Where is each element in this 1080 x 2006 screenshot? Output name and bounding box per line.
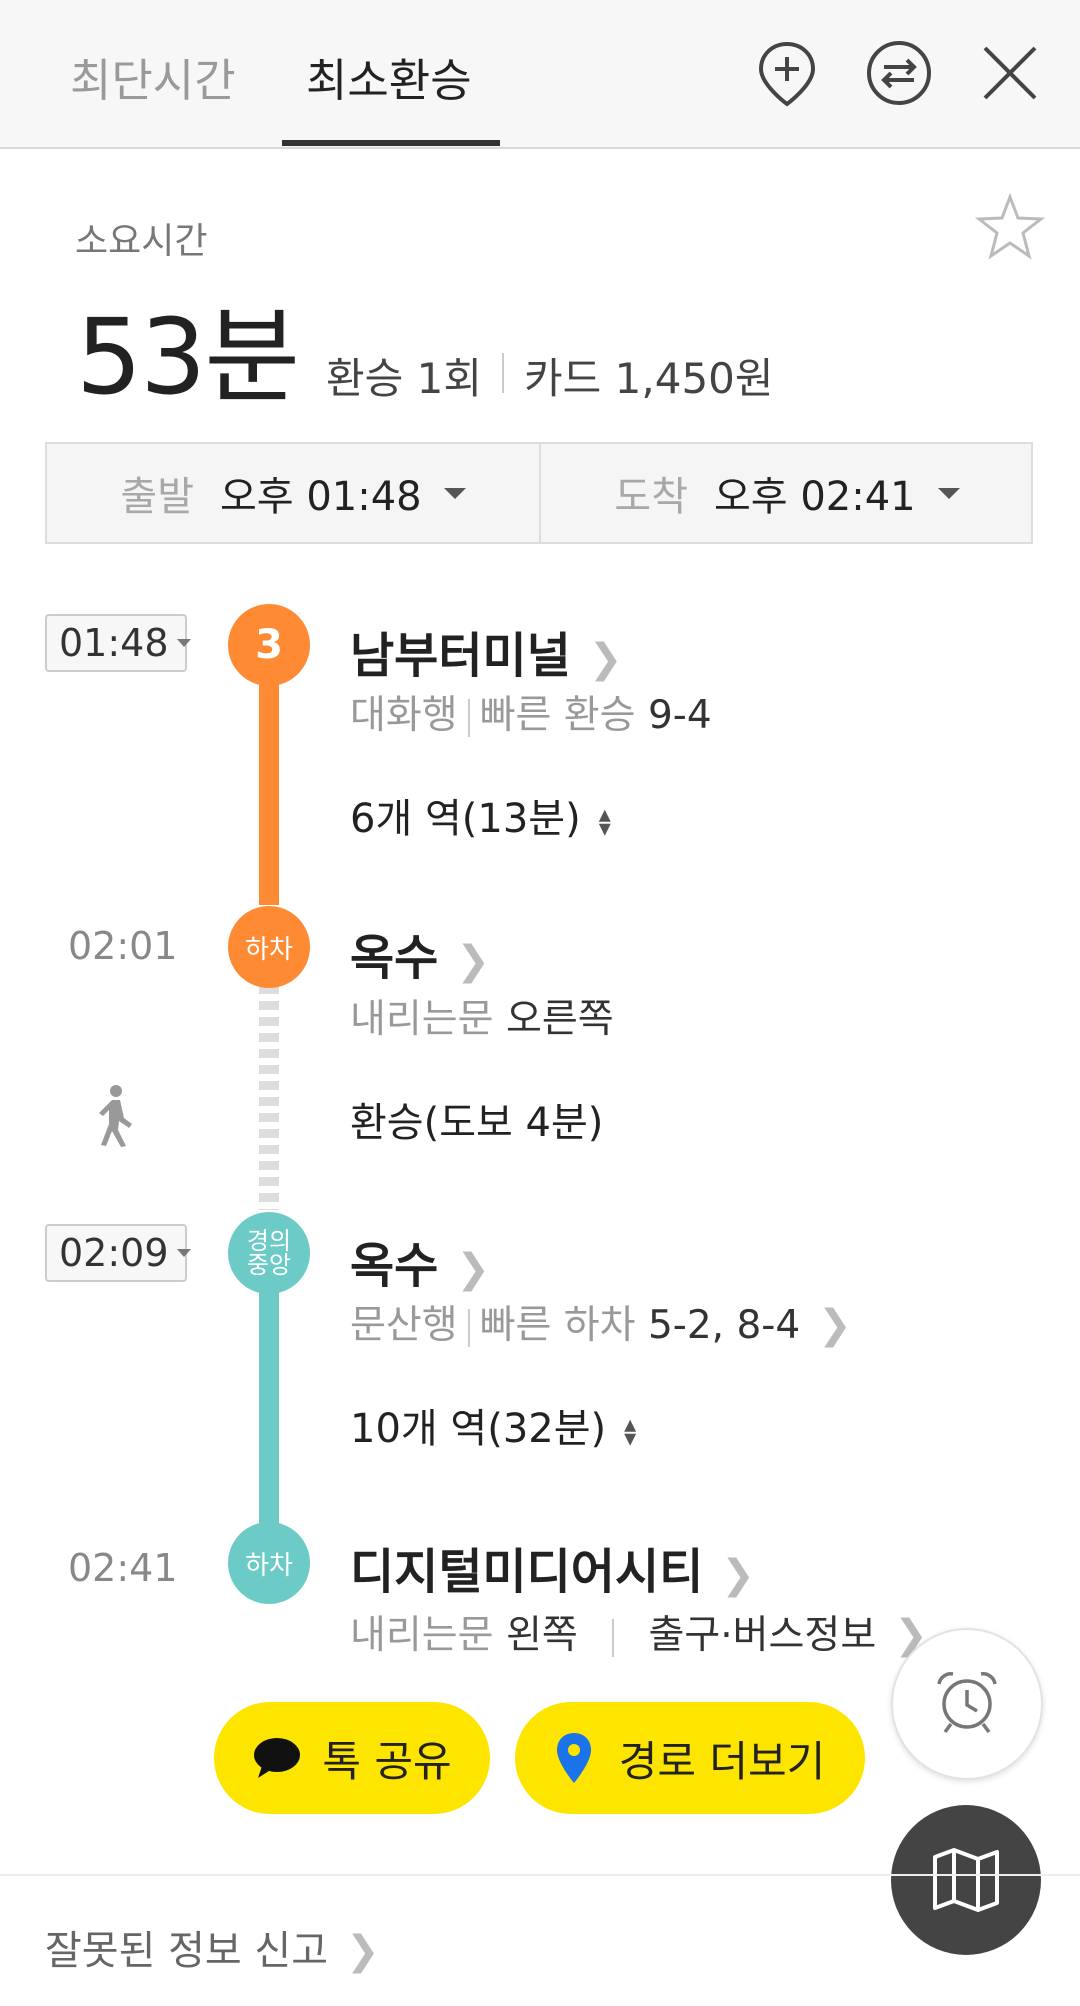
expand-icon: ▴ ▾ (598, 800, 611, 842)
station-name: 옥수 (350, 930, 439, 986)
dropdown-caret-icon (443, 487, 466, 499)
departure-label: 출발 (120, 474, 194, 520)
door-label: 내리는문 (350, 997, 494, 1042)
alight-badge: 하차 (228, 1522, 310, 1604)
walking-icon (99, 1085, 132, 1147)
arrival-label: 도착 (614, 474, 688, 520)
door-label: 내리는문 (350, 1613, 494, 1658)
tip-value: 5-2, 8-4 (647, 1303, 801, 1348)
door-info: 내리는문 오른쪽 (350, 988, 614, 1044)
star-icon[interactable] (975, 192, 1045, 262)
time-text: 02:41 (68, 1546, 178, 1590)
chevron-right-icon: ❯ (588, 636, 623, 682)
swap-icon[interactable] (864, 38, 934, 108)
divider (0, 1874, 1080, 1876)
expand-icon: ▴ ▾ (624, 1410, 637, 1452)
direction: 대화행 (350, 693, 458, 738)
report-error-link[interactable]: 잘못된 정보 신고 ❯ (45, 1918, 380, 1976)
duration-label: 소요시간 (75, 221, 208, 262)
report-label: 잘못된 정보 신고 (45, 1928, 329, 1974)
divider (502, 353, 505, 393)
station-count-toggle[interactable]: 6개 역(13분) ▴ ▾ (350, 786, 611, 844)
location-pin-icon (556, 1733, 591, 1783)
station-oksu[interactable]: 옥수 ❯ (350, 918, 490, 988)
gyeongui-line-badge: 경의 중앙 (228, 1212, 310, 1294)
door-side: 왼쪽 (505, 1613, 578, 1658)
tip-value: 9-4 (647, 693, 712, 738)
active-tab-indicator (282, 140, 500, 146)
close-icon[interactable] (975, 38, 1045, 108)
chevron-right-icon: ❯ (346, 1928, 380, 1974)
tip-label: 빠른 하차 (479, 1303, 636, 1348)
route-detail[interactable]: 문산행 빠른 하차 5-2, 8-4 ❯ (350, 1294, 852, 1350)
tip-label: 빠른 환승 (479, 693, 636, 738)
chevron-right-icon: ❯ (456, 938, 490, 984)
share-button[interactable]: 톡 공유 (214, 1702, 490, 1814)
line3-badge: 3 (228, 604, 310, 686)
walking-segment (259, 985, 279, 1210)
door-info: 내리는문 왼쪽 출구·버스정보 ❯ (350, 1604, 928, 1660)
departure-time-selector[interactable]: 출발 오후 01:48 (47, 444, 539, 542)
alarm-button[interactable] (891, 1628, 1043, 1780)
station-count: 10개 역(32분) (350, 1406, 607, 1452)
chevron-down-icon (176, 639, 191, 647)
dropdown-caret-icon (937, 487, 960, 499)
map-view-button[interactable] (891, 1805, 1041, 1955)
chevron-right-icon: ❯ (721, 1552, 755, 1598)
tab-fastest[interactable]: 최단시간 (70, 44, 236, 109)
time-text: 02:09 (59, 1231, 169, 1275)
schedule-selector: 출발 오후 01:48 도착 오후 02:41 (45, 442, 1033, 544)
gyeongui-segment (259, 1260, 279, 1525)
time-text: 02:01 (68, 924, 178, 968)
direction: 문산행 (350, 1303, 458, 1348)
station-count-toggle[interactable]: 10개 역(32분) ▴ ▾ (350, 1396, 636, 1454)
departure-time-chip[interactable]: 01:48 (45, 614, 191, 672)
route-detail: 대화행 빠른 환승 9-4 (350, 684, 712, 740)
door-side: 오른쪽 (505, 997, 614, 1042)
add-location-icon[interactable] (752, 38, 822, 108)
chevron-down-icon (176, 1249, 191, 1257)
chat-bubble-icon (254, 1738, 301, 1778)
fare: 카드 1,450원 (524, 354, 774, 403)
departure-time: 오후 01:48 (220, 474, 422, 520)
duration-value: 53분 (76, 296, 300, 418)
station-name: 남부터미널 (350, 628, 571, 684)
alarm-clock-icon (937, 1672, 997, 1734)
badge-text: 경의 (246, 1227, 292, 1255)
more-routes-button[interactable]: 경로 더보기 (515, 1702, 865, 1814)
tab-least-transfer[interactable]: 최소환승 (306, 44, 472, 109)
top-bar: 최단시간 최소환승 (0, 0, 1080, 149)
badge-text: 중앙 (246, 1251, 292, 1279)
share-label: 톡 공유 (322, 1736, 452, 1786)
chevron-right-icon: ❯ (456, 1246, 490, 1292)
chevron-right-icon: ❯ (818, 1302, 852, 1348)
transfer-count: 환승 1회 (326, 354, 483, 403)
transfer-time-chip[interactable]: 02:09 (45, 1224, 191, 1282)
station-name: 옥수 (350, 1238, 439, 1294)
arrival-time: 오후 02:41 (714, 474, 916, 520)
time-text: 01:48 (59, 621, 169, 665)
station-nambu-terminal[interactable]: 남부터미널 ❯ (350, 616, 622, 686)
exit-info-text: 출구·버스정보 (648, 1613, 877, 1658)
more-routes-label: 경로 더보기 (618, 1736, 826, 1786)
arrival-time-selector[interactable]: 도착 오후 02:41 (541, 444, 1033, 542)
transfer-walk-text: 환승(도보 4분) (350, 1100, 604, 1146)
station-oksu-transfer[interactable]: 옥수 ❯ (350, 1226, 490, 1296)
summary-row: 53분 환승 1회 카드 1,450원 (76, 272, 774, 423)
station-dmc[interactable]: 디지털미디어시티 ❯ (350, 1532, 755, 1602)
station-count: 6개 역(13분) (350, 796, 581, 842)
exit-bus-info-link[interactable]: 출구·버스정보 ❯ (648, 1612, 928, 1658)
station-name: 디지털미디어시티 (350, 1544, 704, 1600)
map-icon (933, 1848, 999, 1912)
alight-badge: 하차 (228, 906, 310, 988)
